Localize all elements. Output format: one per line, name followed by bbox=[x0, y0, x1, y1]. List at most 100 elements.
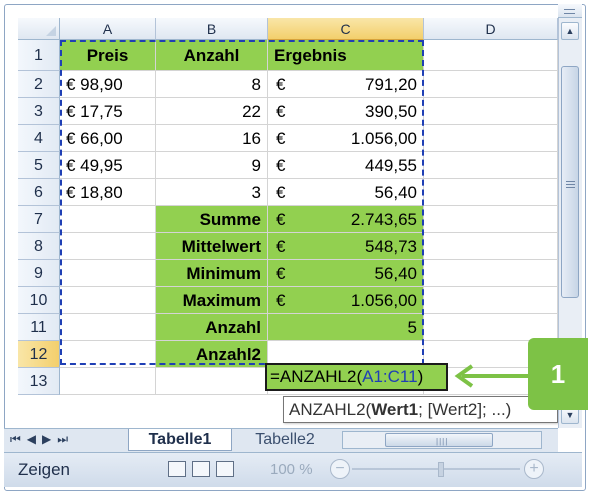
status-mode: Zeigen bbox=[18, 460, 70, 479]
page-break-view-icon[interactable] bbox=[216, 461, 234, 477]
row-header-11[interactable]: 11 bbox=[18, 314, 60, 341]
currency-symbol: € bbox=[276, 237, 286, 256]
vertical-split-handle[interactable] bbox=[558, 4, 582, 18]
cell-b12[interactable]: Anzahl2 bbox=[156, 341, 268, 368]
cell-value: 791,20 bbox=[365, 75, 417, 94]
cell-a5[interactable]: € 49,95 bbox=[60, 152, 156, 179]
cell-a4[interactable]: € 66,00 bbox=[60, 125, 156, 152]
cell-d7[interactable] bbox=[424, 206, 558, 233]
tooltip-arg1[interactable]: Wert1 bbox=[371, 400, 418, 419]
cell-b3[interactable]: 22 bbox=[156, 98, 268, 125]
cell-c10[interactable]: €1.056,00 bbox=[268, 287, 424, 314]
cell-a7[interactable] bbox=[60, 206, 156, 233]
cell-a8[interactable] bbox=[60, 233, 156, 260]
cell-d3[interactable] bbox=[424, 98, 558, 125]
cell-d2[interactable] bbox=[424, 71, 558, 98]
scroll-grip-icon: |||| bbox=[436, 437, 449, 446]
row-header-1[interactable]: 1 bbox=[18, 40, 60, 71]
scroll-up-icon[interactable]: ▲ bbox=[561, 22, 579, 40]
row-header-9[interactable]: 9 bbox=[18, 260, 60, 287]
cell-a10[interactable] bbox=[60, 287, 156, 314]
row-header-6[interactable]: 6 bbox=[18, 179, 60, 206]
cell-a3[interactable]: € 17,75 bbox=[60, 98, 156, 125]
cell-b5[interactable]: 9 bbox=[156, 152, 268, 179]
cell-d5[interactable] bbox=[424, 152, 558, 179]
cell-b6[interactable]: 3 bbox=[156, 179, 268, 206]
cell-a6[interactable]: € 18,80 bbox=[60, 179, 156, 206]
cell-d9[interactable] bbox=[424, 260, 558, 287]
formula-suffix: ) bbox=[417, 367, 424, 386]
cell-c11[interactable]: 5 bbox=[268, 314, 424, 341]
row-header-10[interactable]: 10 bbox=[18, 287, 60, 314]
cell-c9[interactable]: €56,40 bbox=[268, 260, 424, 287]
formula-prefix: =ANZAHL2( bbox=[270, 367, 363, 386]
zoom-in-icon[interactable]: + bbox=[524, 459, 544, 479]
row-header-13[interactable]: 13 bbox=[18, 368, 60, 395]
cell-d4[interactable] bbox=[424, 125, 558, 152]
cell-a11[interactable] bbox=[60, 314, 156, 341]
tooltip-func: ANZAHL2( bbox=[289, 400, 372, 419]
column-header-a[interactable]: A bbox=[60, 18, 156, 40]
zoom-level[interactable]: 100 % bbox=[270, 461, 313, 478]
cell-c8[interactable]: €548,73 bbox=[268, 233, 424, 260]
row-header-8[interactable]: 8 bbox=[18, 233, 60, 260]
row-header-3[interactable]: 3 bbox=[18, 98, 60, 125]
column-header-b[interactable]: B bbox=[156, 18, 268, 40]
cell-c5[interactable]: €449,55 bbox=[268, 152, 424, 179]
zoom-slider-track[interactable] bbox=[352, 468, 520, 470]
cell-b11[interactable]: Anzahl bbox=[156, 314, 268, 341]
cell-value: 1.056,00 bbox=[350, 129, 417, 148]
cell-a12[interactable] bbox=[60, 341, 156, 368]
cell-a1[interactable]: Preis bbox=[60, 40, 156, 71]
cell-b2[interactable]: 8 bbox=[156, 71, 268, 98]
cell-b13[interactable] bbox=[156, 368, 268, 395]
row-header-4[interactable]: 4 bbox=[18, 125, 60, 152]
row-header-12[interactable]: 12 bbox=[18, 341, 60, 368]
page-layout-view-icon[interactable] bbox=[192, 461, 210, 477]
cell-b10[interactable]: Maximum bbox=[156, 287, 268, 314]
cell-d6[interactable] bbox=[424, 179, 558, 206]
column-header-d[interactable]: D bbox=[424, 18, 558, 40]
cell-value: 548,73 bbox=[365, 237, 417, 256]
status-bar: Zeigen 100 % − + bbox=[4, 452, 582, 487]
cell-c4[interactable]: €1.056,00 bbox=[268, 125, 424, 152]
cell-c3[interactable]: €390,50 bbox=[268, 98, 424, 125]
cell-c2[interactable]: €791,20 bbox=[268, 71, 424, 98]
cell-c7[interactable]: €2.743,65 bbox=[268, 206, 424, 233]
cell-b9[interactable]: Minimum bbox=[156, 260, 268, 287]
cell-c6[interactable]: €56,40 bbox=[268, 179, 424, 206]
cell-a9[interactable] bbox=[60, 260, 156, 287]
cell-c1[interactable]: Ergebnis bbox=[268, 40, 424, 71]
currency-symbol: € bbox=[276, 210, 286, 229]
sheet-nav-buttons[interactable]: ⏮◀▶⏭ bbox=[10, 432, 74, 447]
cell-d8[interactable] bbox=[424, 233, 558, 260]
cell-b7[interactable]: Summe bbox=[156, 206, 268, 233]
vertical-scroll-thumb[interactable] bbox=[561, 66, 579, 298]
cell-value: 2.743,65 bbox=[350, 210, 417, 229]
row-header-2[interactable]: 2 bbox=[18, 71, 60, 98]
tab-tabelle1[interactable]: Tabelle1 bbox=[128, 429, 232, 451]
tab-tabelle2[interactable]: Tabelle2 bbox=[236, 429, 334, 451]
cell-d11[interactable] bbox=[424, 314, 558, 341]
column-header-c[interactable]: C bbox=[268, 18, 424, 40]
row-header-5[interactable]: 5 bbox=[18, 152, 60, 179]
cell-a13[interactable] bbox=[60, 368, 156, 395]
select-all-corner[interactable] bbox=[18, 18, 60, 40]
cell-d1[interactable] bbox=[424, 40, 558, 71]
function-tooltip[interactable]: ANZAHL2(Wert1; [Wert2]; ...) bbox=[283, 396, 558, 423]
cell-b8[interactable]: Mittelwert bbox=[156, 233, 268, 260]
horizontal-scrollbar[interactable]: |||| bbox=[342, 431, 542, 449]
normal-view-icon[interactable] bbox=[168, 461, 186, 477]
zoom-out-icon[interactable]: − bbox=[330, 459, 350, 479]
cell-d10[interactable] bbox=[424, 287, 558, 314]
cell-value: 390,50 bbox=[365, 102, 417, 121]
cell-b4[interactable]: 16 bbox=[156, 125, 268, 152]
cell-a2[interactable]: € 98,90 bbox=[60, 71, 156, 98]
zoom-slider-thumb[interactable] bbox=[438, 462, 444, 477]
row-header-7[interactable]: 7 bbox=[18, 206, 60, 233]
currency-symbol: € bbox=[276, 156, 286, 175]
cell-value: 1.056,00 bbox=[350, 291, 417, 310]
formula-edit-cell[interactable]: =ANZAHL2(A1:C11) bbox=[265, 363, 448, 391]
horizontal-scroll-thumb[interactable]: |||| bbox=[385, 433, 493, 447]
cell-b1[interactable]: Anzahl bbox=[156, 40, 268, 71]
